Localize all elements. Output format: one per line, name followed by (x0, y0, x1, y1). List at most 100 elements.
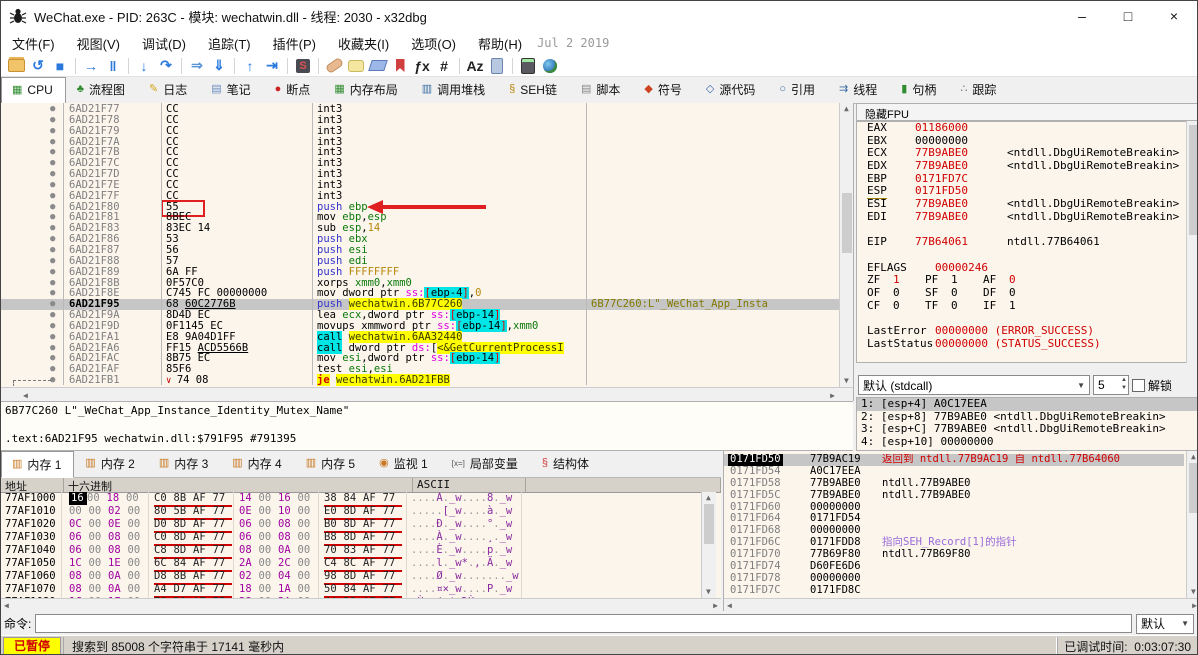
menu-追踪(T)[interactable]: 追踪(T) (197, 32, 262, 55)
register-row[interactable]: ZF 1 PF 1 AF 0 (857, 274, 1197, 287)
disasm-hscrollbar[interactable]: ◀ ▶ (1, 387, 853, 401)
argument-row[interactable]: 4: [esp+10] 00000000 (857, 435, 1197, 449)
dump-row[interactable]: 77AF1040 06 00 08 00 C8 8D AF 77 08 00 0A 00 70 83 AF 77… (1, 544, 701, 559)
tab-内存 2[interactable]: ▥ 内存 2 (74, 450, 147, 477)
registers-hscrollbar[interactable] (856, 363, 1197, 373)
menu-视图(V)[interactable]: 视图(V) (66, 32, 131, 55)
registers-vscrollbar[interactable] (1186, 121, 1197, 363)
breakpoint-dot[interactable]: ● (50, 321, 55, 332)
tab-脚本[interactable]: ▤ 脚本 (570, 76, 633, 103)
register-row[interactable]: EDX 77B9ABE0 <ntdll.DbgUiRemoteBreakin> (857, 159, 1197, 173)
register-row[interactable] (857, 249, 1197, 262)
tab-监视 1[interactable]: ◉ 监视 1 (368, 450, 441, 477)
disasm-row[interactable]: ● 6AD21F83 83EC 14 sub esp,14 (1, 223, 853, 234)
register-value[interactable]: 00000000 (ERROR_SUCCESS) (935, 324, 1094, 338)
close-button[interactable]: × (1151, 1, 1197, 31)
stack-row[interactable]: 0171FD5C 77B9ABE0 ntdll.77B9ABE0 (724, 489, 1184, 502)
breakpoint-dot[interactable]: ● (50, 191, 55, 202)
menu-插件(P)[interactable]: 插件(P) (262, 32, 327, 55)
register-row[interactable]: EFLAGS 00000246 (857, 261, 1197, 275)
dump-row[interactable]: 77AF1050 1C 00 1E 00 6C 84 AF 77 2A 00 2C 00 C4 8C AF 77… (1, 557, 701, 572)
unlock-checkbox[interactable] (1132, 378, 1145, 392)
tab-局部变量[interactable]: [x=] 局部变量 (441, 450, 531, 477)
menu-帮助(H)[interactable]: 帮助(H) (467, 32, 533, 55)
pause-icon[interactable]: ‖ (103, 57, 123, 75)
stack-row[interactable]: 0171FD60 00000000 (724, 501, 1184, 514)
tab-源代码[interactable]: ◇ 源代码 (695, 76, 768, 103)
breakpoint-dot[interactable]: ● (50, 256, 55, 267)
register-row[interactable]: EDI 77B9ABE0 <ntdll.DbgUiRemoteBreakin> (857, 210, 1197, 224)
disasm-row[interactable]: ● 6AD21FAC 8B75 EC mov esi,dword ptr ss:[eb… (1, 352, 853, 365)
strings-icon[interactable]: Az (465, 57, 485, 75)
execute-till-return-icon[interactable]: ↑ (240, 57, 260, 75)
tab-线程[interactable]: ⇉ 线程 (828, 76, 890, 103)
register-value[interactable]: 77B9ABE0 (915, 159, 968, 173)
patch-icon[interactable] (324, 56, 344, 75)
tab-CPU[interactable]: ▦ CPU (1, 77, 66, 104)
breakpoint-dot[interactable]: ● (50, 180, 55, 191)
tab-内存 3[interactable]: ▥ 内存 3 (148, 450, 221, 477)
disasm-row[interactable]: ● 6AD21F79 CC int3 (1, 125, 853, 137)
calling-convention-select[interactable]: 默认 (stdcall) ▼ (858, 375, 1090, 395)
register-row[interactable]: EAX 01186000 (857, 122, 1197, 135)
dump-hscrollbar[interactable]: ◀ ▶ (1, 598, 721, 611)
register-row[interactable]: LastError 00000000 (ERROR_SUCCESS) (857, 324, 1197, 338)
hide-fpu-button[interactable]: 隐藏FPU (856, 103, 1197, 121)
restart-icon[interactable]: ↺ (28, 57, 48, 75)
dump-row[interactable]: 77AF1060 08 00 0A 00 D8 8B AF 77 02 00 04 00 98 8D AF 77… (1, 570, 701, 585)
call-tree-icon[interactable] (487, 57, 507, 75)
tab-内存布局[interactable]: ▦ 内存布局 (323, 76, 410, 103)
bookmark-icon[interactable] (390, 57, 410, 75)
stop-icon[interactable]: ■ (50, 57, 70, 75)
argument-row[interactable]: 1: [esp+4] A0C17EEA (857, 397, 1197, 411)
tab-跟踪[interactable]: ∴ 跟踪 (949, 76, 1009, 103)
tab-笔记[interactable]: ▤ 笔记 (200, 76, 263, 103)
menu-选项(O)[interactable]: 选项(O) (400, 32, 467, 55)
titlebar[interactable]: WeChat.exe - PID: 263C - 模块: wechatwin.d… (1, 1, 1197, 31)
stack-row[interactable]: 0171FD64 0171FD54 (724, 513, 1184, 525)
disasm-row[interactable]: ● 6AD21F7C CC int3 (1, 158, 853, 169)
stack-pane[interactable]: 0171FD50 77B9AC19 返回到 ntdll.77B9AC19 自 ntd… (723, 451, 1197, 611)
run-icon[interactable]: → (81, 57, 101, 75)
stack-vscrollbar[interactable]: ▲ ▼ (1186, 451, 1197, 598)
tab-流程图[interactable]: ♣ 流程图 (66, 76, 138, 103)
stack-row[interactable]: 0171FD50 77B9AC19 返回到 ntdll.77B9AC19 自 ntd… (724, 454, 1184, 466)
register-value[interactable]: 00000246 (935, 261, 988, 275)
breakpoint-dot[interactable]: ● (50, 234, 55, 245)
comment-icon[interactable] (346, 57, 366, 75)
register-value[interactable]: 77B9ABE0 (915, 210, 968, 224)
register-row[interactable]: ESI 77B9ABE0 <ntdll.DbgUiRemoteBreakin> (857, 197, 1197, 211)
command-input[interactable] (35, 614, 1132, 633)
breakpoint-dot[interactable]: ● (50, 245, 55, 256)
breakpoint-dot[interactable]: ● (50, 115, 55, 126)
calculator-icon[interactable] (518, 57, 538, 75)
stack-row[interactable]: 0171FD54 A0C17EEA (724, 465, 1184, 478)
register-row[interactable]: EIP 77B64061 ntdll.77B64061 (857, 235, 1197, 249)
breakpoint-dot[interactable]: ● (50, 212, 55, 223)
breakpoint-dot[interactable]: ● (50, 343, 55, 354)
tab-日志[interactable]: ✎ 日志 (138, 76, 200, 103)
dump-row[interactable]: 77AF1000 16 00 18 00 C0 8B AF 77 14 00 16 00 38 84 AF 77… (1, 492, 701, 507)
dump-row[interactable]: 77AF1020 0C 00 0E 00 D0 8D AF 77 06 00 08 00 B0 8D AF 77… (1, 518, 701, 533)
stack-row[interactable]: 0171FD58 77B9ABE0 ntdll.77B9ABE0 (724, 477, 1184, 490)
register-value[interactable]: 77B9ABE0 (915, 197, 968, 211)
disasm-row[interactable]: ● 6AD21F89 6A FF push FFFFFFFF (1, 266, 853, 278)
dump-vscrollbar[interactable]: ▲ ▼ (701, 492, 716, 598)
breakpoint-dot[interactable]: ● (50, 278, 55, 289)
register-list[interactable]: EAX 01186000 EBX 00000000 ECX 77B9ABE0 <ntdll.… (856, 121, 1197, 363)
disasm-row[interactable]: ● 6AD21F80 55 push ebp (1, 199, 853, 217)
register-value[interactable]: 01186000 (915, 122, 968, 135)
dump-row[interactable]: 77AF1070 08 00 0A 00 A4 D7 AF 77 18 00 1A 00 50 84 AF 77… (1, 583, 701, 598)
disasm-row[interactable]: ● 6AD21F7B CC int3 (1, 147, 853, 158)
step-into-icon[interactable]: ↓ (134, 57, 154, 75)
breakpoint-dot[interactable]: ● (50, 299, 55, 310)
function-icon[interactable]: ƒx (412, 57, 432, 75)
register-row[interactable]: OF 0 SF 0 DF 0 (857, 286, 1197, 300)
register-row[interactable]: CF 0 TF 0 IF 1 (857, 299, 1197, 313)
command-combo[interactable]: 默认 ▼ (1136, 613, 1194, 634)
register-value[interactable]: 77B64061 (915, 235, 968, 249)
call-arguments-list[interactable]: 1: [esp+4] A0C17EEA 2: [esp+8] 77B9ABE0 <… (856, 397, 1197, 451)
breakpoint-dot[interactable]: ● (50, 332, 55, 343)
breakpoint-dot[interactable]: ● (50, 202, 55, 213)
registers-pane[interactable]: 隐藏FPU EAX 01186000 EBX 00000000 ECX 77B9ABE0 <… (856, 103, 1197, 451)
